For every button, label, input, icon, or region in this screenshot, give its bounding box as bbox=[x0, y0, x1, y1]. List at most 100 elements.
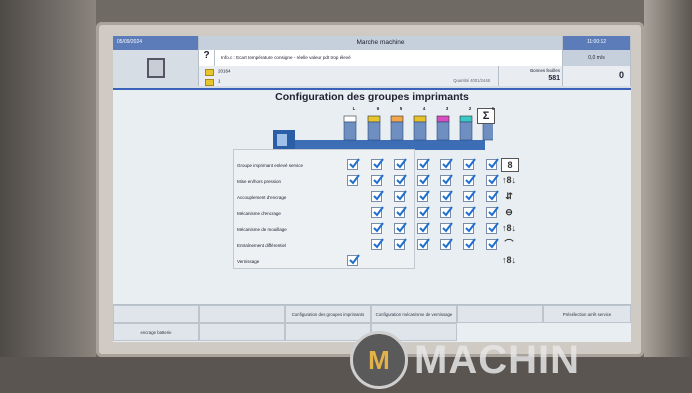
config-checkbox[interactable] bbox=[463, 158, 476, 170]
row-function-icon[interactable]: ⊖ bbox=[501, 206, 517, 218]
checkmark-icon bbox=[373, 174, 384, 185]
config-checkbox[interactable] bbox=[440, 206, 453, 218]
config-checkbox[interactable] bbox=[417, 190, 430, 202]
checkmark-icon bbox=[442, 238, 453, 249]
config-checkbox[interactable] bbox=[394, 206, 407, 218]
help-button[interactable]: ? bbox=[199, 50, 215, 66]
ink-unit-color bbox=[436, 115, 450, 123]
config-row-label: Groupe imprimant enlevé service bbox=[237, 163, 304, 168]
config-checkbox[interactable] bbox=[486, 222, 499, 234]
status-header: 05/09/2024 Marche machine ? Info.c : Eca… bbox=[113, 36, 631, 90]
softkey-button[interactable]: Configuration des groupes imprimants bbox=[285, 305, 371, 323]
machine-icon[interactable] bbox=[113, 50, 199, 86]
config-checkbox[interactable] bbox=[371, 222, 384, 234]
print-unit bbox=[482, 121, 496, 141]
config-checkbox[interactable] bbox=[394, 222, 407, 234]
page-title: Configuration des groupes imprimants bbox=[275, 91, 469, 103]
config-checkbox[interactable] bbox=[486, 190, 499, 202]
hmi-screen: 05/09/2024 Marche machine ? Info.c : Eca… bbox=[113, 36, 631, 342]
config-checkbox[interactable] bbox=[463, 222, 476, 234]
config-checkbox[interactable] bbox=[347, 174, 360, 186]
config-checkbox[interactable] bbox=[371, 206, 384, 218]
checkmark-icon bbox=[396, 206, 407, 217]
config-checkbox[interactable] bbox=[463, 190, 476, 202]
row-function-icon[interactable]: ⇵ bbox=[501, 190, 517, 202]
checkmark-icon bbox=[419, 206, 430, 217]
config-checkbox[interactable] bbox=[486, 174, 499, 186]
config-checkbox[interactable] bbox=[463, 238, 476, 250]
checkmark-icon bbox=[442, 174, 453, 185]
checkmark-icon bbox=[373, 158, 384, 169]
row-function-icon[interactable]: ↑8↓ bbox=[501, 254, 517, 266]
checkmark-icon bbox=[442, 190, 453, 201]
job-info: 20164 1 Quantité 4001/2448 bbox=[199, 66, 499, 86]
config-checkbox[interactable] bbox=[394, 174, 407, 186]
config-panel: Groupe imprimant enlevé service Mise en/h… bbox=[233, 149, 415, 269]
row-function-icon[interactable]: 8 bbox=[501, 158, 519, 172]
checkmark-icon bbox=[465, 222, 476, 233]
watermark: M MACHIN bbox=[350, 331, 676, 389]
config-checkbox[interactable] bbox=[417, 158, 430, 170]
good-sheets: Bonnes feuilles 581 bbox=[499, 66, 563, 86]
config-checkbox[interactable] bbox=[440, 222, 453, 234]
config-checkbox[interactable] bbox=[486, 238, 499, 250]
checkmark-icon bbox=[373, 206, 384, 217]
config-checkbox[interactable] bbox=[440, 158, 453, 170]
config-checkbox[interactable] bbox=[371, 190, 384, 202]
watermark-logo: M bbox=[350, 331, 408, 389]
good-sheets-label: Bonnes feuilles bbox=[530, 68, 560, 73]
status-message: Info.c : Ecart température consigne - ré… bbox=[215, 50, 563, 66]
checkmark-icon bbox=[419, 238, 430, 249]
config-checkbox[interactable] bbox=[394, 158, 407, 170]
config-checkbox[interactable] bbox=[417, 206, 430, 218]
job-id: 20164 bbox=[218, 68, 231, 74]
checkmark-icon bbox=[465, 190, 476, 201]
config-checkbox[interactable] bbox=[463, 174, 476, 186]
config-checkbox[interactable] bbox=[440, 174, 453, 186]
config-checkbox[interactable] bbox=[440, 190, 453, 202]
softkey-button[interactable]: encrage batterie bbox=[113, 323, 199, 341]
config-row-label: Mécanisme de mouillage bbox=[237, 227, 287, 232]
row-function-icon[interactable]: ↑8↓ bbox=[501, 174, 517, 186]
softkey-button[interactable]: Configuration mécanisme de vernissage bbox=[371, 305, 457, 323]
config-checkbox[interactable] bbox=[440, 238, 453, 250]
config-checkbox[interactable] bbox=[371, 174, 384, 186]
config-checkbox[interactable] bbox=[394, 238, 407, 250]
softkey-button[interactable] bbox=[457, 305, 543, 323]
config-checkbox[interactable] bbox=[371, 158, 384, 170]
print-unit bbox=[413, 121, 427, 141]
row-function-icon[interactable]: ⌒ bbox=[501, 238, 517, 250]
unit-number: 2 bbox=[468, 106, 472, 111]
unit-number: 5 bbox=[399, 106, 403, 111]
softkey-button[interactable] bbox=[199, 323, 285, 341]
press-diagram-svg bbox=[273, 115, 496, 150]
softkey-button[interactable] bbox=[113, 305, 199, 323]
config-checkbox[interactable] bbox=[417, 238, 430, 250]
checkmark-icon bbox=[419, 174, 430, 185]
config-checkbox[interactable] bbox=[371, 238, 384, 250]
checkmark-icon bbox=[465, 206, 476, 217]
softkey-button[interactable] bbox=[199, 305, 285, 323]
config-checkbox[interactable] bbox=[417, 174, 430, 186]
config-checkbox[interactable] bbox=[347, 158, 360, 170]
config-checkbox[interactable] bbox=[486, 206, 499, 218]
checkmark-icon bbox=[442, 206, 453, 217]
wall-left bbox=[0, 0, 96, 393]
config-checkbox[interactable] bbox=[463, 206, 476, 218]
checkmark-icon bbox=[488, 238, 499, 249]
checkmark-icon bbox=[373, 190, 384, 201]
softkey-button[interactable]: Présélection arrêt service bbox=[543, 305, 631, 323]
config-checkbox[interactable] bbox=[347, 254, 360, 266]
config-checkbox[interactable] bbox=[486, 158, 499, 170]
unit-number: 4 bbox=[422, 106, 426, 111]
checkmark-icon bbox=[373, 238, 384, 249]
job-status: Quantité 4001/2448 bbox=[453, 78, 490, 83]
checkmark-icon bbox=[396, 238, 407, 249]
row-function-icon[interactable]: ↑8↓ bbox=[501, 222, 517, 234]
press-diagram bbox=[273, 104, 496, 154]
job-sub-icon bbox=[205, 79, 214, 86]
config-checkbox[interactable] bbox=[394, 190, 407, 202]
checkmark-icon bbox=[488, 206, 499, 217]
config-row-label: Mécanisme d'encrage bbox=[237, 211, 281, 216]
config-checkbox[interactable] bbox=[417, 222, 430, 234]
